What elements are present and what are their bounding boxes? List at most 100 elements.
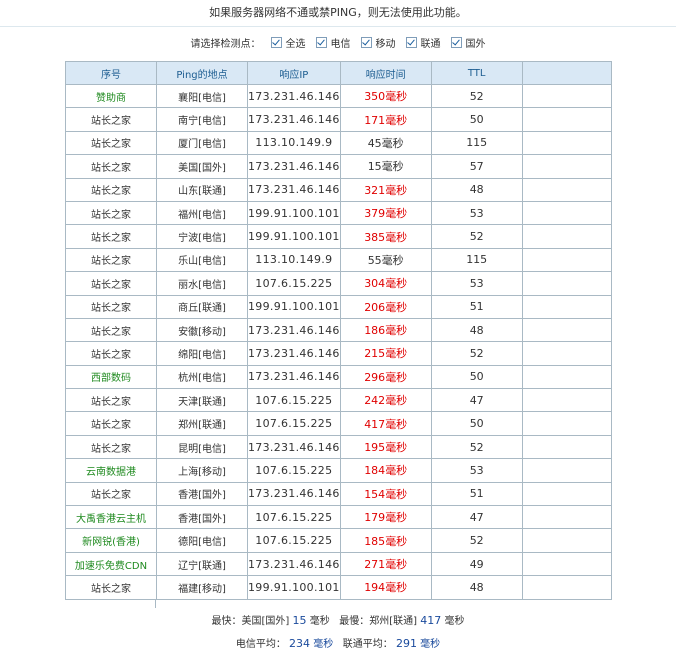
response-ip: 173.231.46.146 [247, 364, 341, 390]
response-time-unit: 毫秒 [385, 347, 408, 361]
response-time-value: 206 [364, 300, 386, 314]
response-time-unit: 毫秒 [385, 370, 408, 384]
response-time: 321毫秒 [339, 177, 432, 202]
response-time-value: 154 [364, 487, 386, 501]
response-ip: 199.91.100.101 [247, 575, 341, 600]
table-row: 加速乐免费CDN 辽宁[联通] 173.231.46.146 271毫秒 49 [65, 551, 612, 577]
node-name: 站长之家 [65, 107, 157, 132]
checkbox-all[interactable] [270, 36, 282, 48]
table-row: 站长之家 厦门[电信] 113.10.149.9 45毫秒 115 [65, 130, 612, 156]
ttl-value: 48 [430, 575, 523, 600]
slowest-unit: 毫秒 [444, 616, 465, 627]
row-extra-cell [521, 317, 612, 343]
checkbox-label-mobile: 移动 [375, 38, 396, 50]
header-ttl: TTL [430, 61, 523, 85]
checkbox-label-all: 全选 [285, 38, 306, 50]
ttl-value: 52 [430, 528, 523, 553]
response-ip: 199.91.100.101 [247, 224, 341, 249]
response-time: 379毫秒 [339, 200, 432, 226]
response-time-unit: 毫秒 [385, 417, 408, 431]
response-ip: 173.231.46.146 [247, 154, 341, 179]
response-time-unit: 毫秒 [385, 207, 408, 221]
node-name: 站长之家 [65, 130, 157, 156]
response-ip: 199.91.100.101 [247, 294, 341, 319]
unicom-avg-value: 291 [395, 637, 417, 650]
response-time-value: 296 [364, 370, 386, 384]
response-time-unit: 毫秒 [385, 90, 408, 104]
telecom-avg-unit: 毫秒 [313, 639, 334, 650]
ping-location: 福州[电信] [156, 200, 248, 226]
node-name[interactable]: 大禹香港云主机 [65, 505, 157, 530]
ttl-value: 51 [430, 481, 523, 507]
row-extra-cell [521, 575, 612, 600]
response-ip: 173.231.46.146 [247, 107, 341, 132]
checkbox-label-foreign: 国外 [465, 38, 486, 50]
header-location: Ping的地点 [156, 61, 248, 85]
row-extra-cell [521, 154, 612, 179]
ping-location: 德阳[电信] [156, 528, 248, 553]
response-time-unit: 毫秒 [381, 253, 404, 267]
ttl-value: 53 [430, 200, 523, 226]
response-ip: 107.6.15.225 [247, 411, 341, 436]
table-row: 站长之家 天津[联通] 107.6.15.225 242毫秒 47 [65, 388, 612, 413]
response-ip: 173.231.46.146 [247, 317, 341, 343]
node-name[interactable]: 加速乐免费CDN [65, 551, 157, 577]
response-time-value: 186 [364, 324, 386, 338]
ping-location: 绵阳[电信] [156, 341, 248, 366]
response-ip: 199.91.100.101 [247, 200, 341, 226]
response-time: 184毫秒 [339, 458, 432, 483]
node-name: 站长之家 [65, 177, 157, 202]
table-row: 站长之家 南宁[电信] 173.231.46.146 171毫秒 50 [65, 107, 612, 132]
response-time: 195毫秒 [339, 434, 432, 460]
ping-location: 天津[联通] [156, 388, 248, 413]
response-time: 171毫秒 [339, 107, 432, 132]
node-name: 站长之家 [65, 481, 157, 507]
ping-location: 山东[联通] [156, 177, 248, 202]
row-extra-cell [521, 458, 612, 483]
checkpoint-filter: 请选择检测点： 全选 电信 移动 联通 国外 [0, 34, 676, 50]
checkbox-telecom[interactable] [315, 36, 327, 48]
response-time-value: 304 [364, 277, 386, 291]
response-time-value: 171 [364, 113, 386, 127]
unicom-avg-label: 联通平均： [342, 639, 393, 650]
response-time-value: 417 [364, 417, 386, 431]
table-row: 站长之家 丽水[电信] 107.6.15.225 304毫秒 53 [65, 271, 612, 296]
table-row: 新网锐(香港) 德阳[电信] 107.6.15.225 185毫秒 52 [65, 528, 612, 553]
ping-location: 宁波[电信] [156, 224, 248, 249]
table-row: 站长之家 安徽[移动] 173.231.46.146 186毫秒 48 [65, 317, 612, 343]
header-time: 响应时间 [339, 61, 432, 85]
response-time-value: 271 [364, 558, 386, 571]
response-time: 185毫秒 [339, 528, 432, 553]
checkbox-unicom[interactable] [405, 36, 417, 48]
node-name[interactable]: 西部数码 [65, 364, 157, 390]
table-tail-line [155, 600, 156, 608]
ttl-value: 47 [430, 505, 523, 530]
node-name: 站长之家 [65, 317, 157, 343]
row-extra-cell [521, 200, 612, 226]
checkbox-foreign[interactable] [450, 36, 462, 48]
response-time-value: 55 [367, 253, 382, 267]
ping-location: 商丘[联通] [156, 294, 248, 319]
notice-text: 如果服务器网络不通或禁PING，则无法使用此功能。 [0, 0, 676, 27]
response-time: 154毫秒 [339, 481, 432, 507]
header-node: 序号 [65, 61, 157, 85]
ttl-value: 48 [430, 177, 523, 202]
checkbox-mobile[interactable] [360, 36, 372, 48]
response-ip: 113.10.149.9 [247, 247, 341, 273]
ping-location: 上海[移动] [156, 458, 248, 483]
fastest-location: 美国[国外] [241, 616, 290, 627]
node-name[interactable]: 云南数据港 [65, 458, 157, 483]
response-time-value: 321 [364, 183, 386, 197]
checkpoint-prompt: 请选择检测点： [190, 38, 261, 50]
ttl-value: 49 [430, 551, 523, 577]
response-time-value: 215 [364, 347, 386, 361]
response-time-unit: 毫秒 [381, 136, 404, 150]
table-row: 站长之家 山东[联通] 173.231.46.146 321毫秒 48 [65, 177, 612, 202]
response-time-unit: 毫秒 [385, 183, 408, 197]
row-extra-cell [521, 551, 612, 577]
node-name[interactable]: 新网锐(香港) [65, 528, 157, 553]
response-time: 350毫秒 [339, 83, 432, 109]
summary-extremes: 最快：美国[国外] 15 毫秒 最慢：郑州[联通] 417 毫秒 [0, 612, 676, 627]
node-name[interactable]: 赞助商 [65, 83, 157, 109]
node-name: 站长之家 [65, 341, 157, 366]
